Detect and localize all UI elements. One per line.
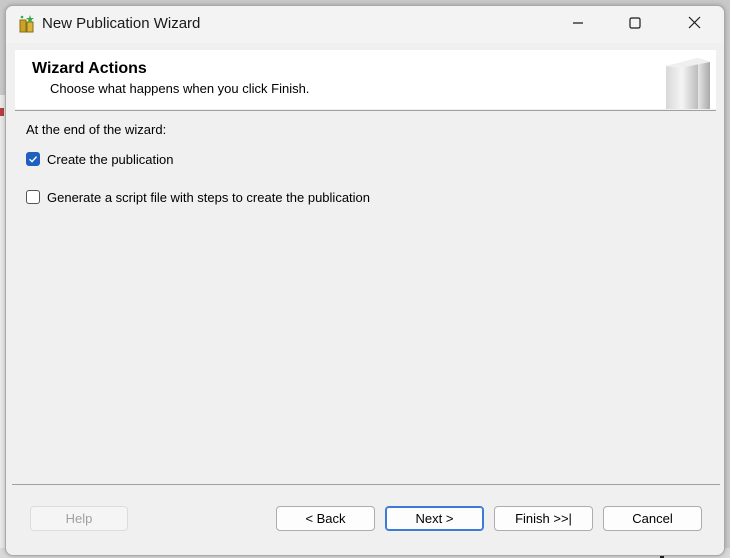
minimize-button[interactable] [549, 6, 607, 43]
title-bar[interactable]: New Publication Wizard [6, 6, 724, 43]
maximize-icon [629, 16, 641, 34]
wizard-dialog: New Publication Wizard Wizard Actions Ch… [5, 5, 725, 556]
maximize-button[interactable] [606, 6, 664, 43]
header-divider [15, 110, 716, 111]
page-title: Wizard Actions [32, 60, 147, 77]
generate-script-label[interactable]: Generate a script file with steps to cre… [47, 190, 370, 205]
footer-divider [12, 484, 720, 485]
minimize-icon [572, 16, 584, 34]
create-publication-label[interactable]: Create the publication [47, 152, 173, 167]
background-app-marker [0, 108, 4, 116]
finish-button[interactable]: Finish >>| [494, 506, 593, 531]
next-button[interactable]: Next > [385, 506, 484, 531]
create-publication-option[interactable]: Create the publication [26, 150, 173, 168]
create-publication-checkbox[interactable] [26, 152, 40, 166]
close-icon [688, 16, 701, 34]
help-button[interactable]: Help [30, 506, 128, 531]
wizard-header: Wizard Actions Choose what happens when … [15, 50, 716, 109]
cancel-button[interactable]: Cancel [603, 506, 702, 531]
checkmark-icon [29, 156, 38, 163]
book-icon [660, 54, 716, 109]
generate-script-option[interactable]: Generate a script file with steps to cre… [26, 188, 370, 206]
window-title: New Publication Wizard [42, 15, 201, 32]
back-button[interactable]: < Back [276, 506, 375, 531]
actions-intro-label: At the end of the wizard: [26, 122, 167, 137]
generate-script-checkbox[interactable] [26, 190, 40, 204]
wizard-app-icon [17, 14, 37, 34]
close-button[interactable] [665, 6, 723, 43]
page-subtitle: Choose what happens when you click Finis… [50, 81, 310, 96]
